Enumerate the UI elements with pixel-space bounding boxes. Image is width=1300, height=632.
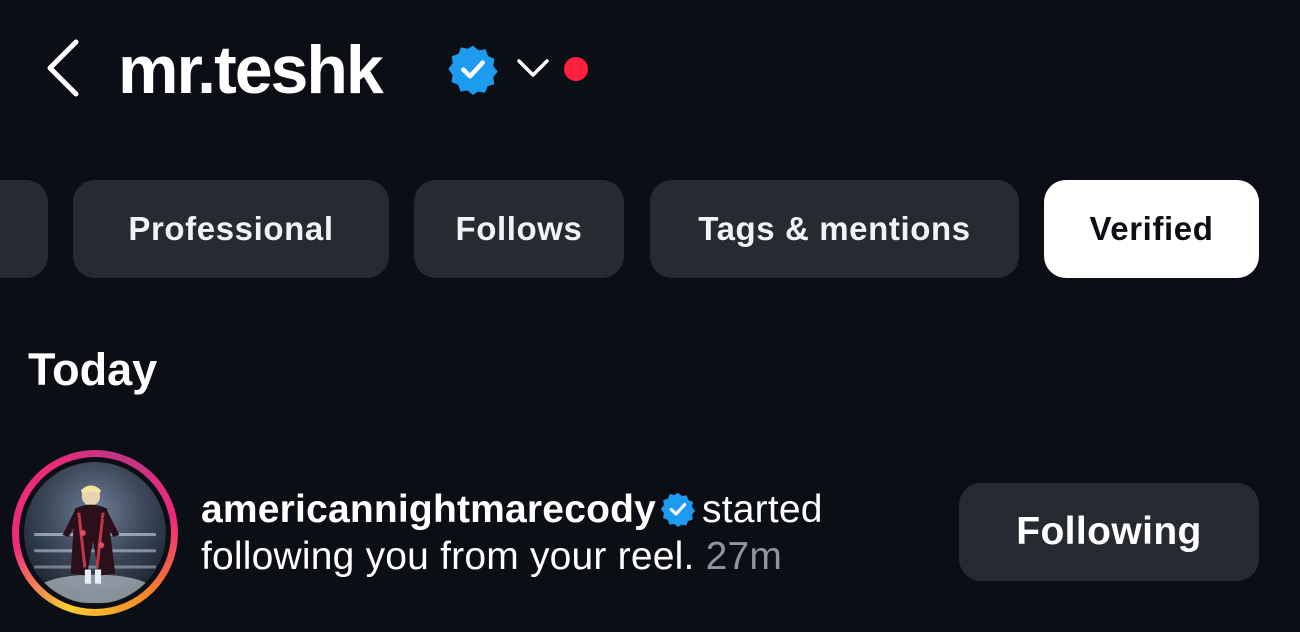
filter-chip-verified[interactable]: Verified bbox=[1044, 180, 1259, 278]
activity-screen: mr.teshk Professional Follows Tags & men… bbox=[0, 0, 1300, 632]
avatar-image bbox=[24, 462, 166, 604]
chevron-down-icon[interactable] bbox=[515, 55, 551, 81]
back-button[interactable] bbox=[40, 36, 84, 100]
filter-chip-professional[interactable]: Professional bbox=[73, 180, 389, 278]
filter-chip-follows[interactable]: Follows bbox=[414, 180, 624, 278]
notification-text: americannightmarecody started following … bbox=[201, 486, 921, 580]
verified-badge-icon bbox=[448, 45, 498, 95]
chevron-left-icon bbox=[47, 39, 79, 97]
filter-chips: Professional Follows Tags & mentions Ver… bbox=[0, 180, 1300, 280]
filter-chip-partial[interactable] bbox=[0, 180, 48, 278]
wrestler-photo bbox=[34, 485, 156, 603]
following-button[interactable]: Following bbox=[959, 483, 1259, 581]
notification-dot bbox=[564, 57, 588, 81]
notification-time: 27m bbox=[705, 535, 783, 578]
avatar[interactable] bbox=[12, 450, 178, 616]
account-username[interactable]: mr.teshk bbox=[118, 26, 384, 114]
filter-chip-tags-mentions[interactable]: Tags & mentions bbox=[650, 180, 1019, 278]
section-title: Today bbox=[28, 344, 158, 395]
notification-username[interactable]: americannightmarecody bbox=[201, 488, 656, 531]
verified-badge-icon bbox=[660, 492, 696, 527]
